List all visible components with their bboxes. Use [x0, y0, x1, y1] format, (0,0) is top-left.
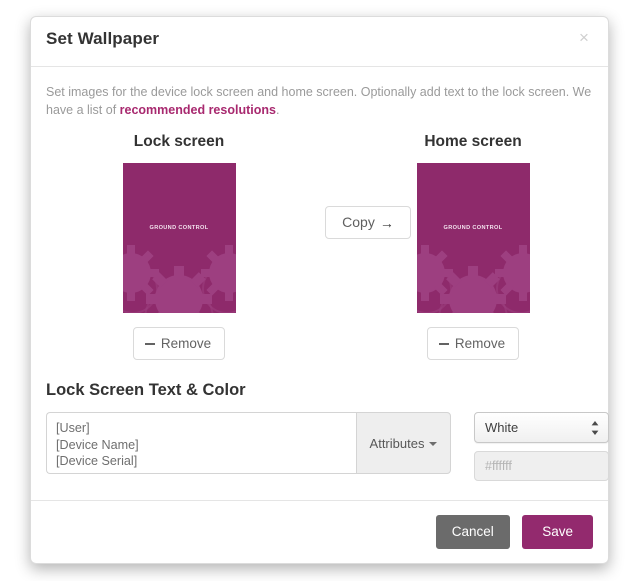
modal-header: Set Wallpaper ×	[31, 17, 608, 67]
close-icon[interactable]: ×	[573, 26, 595, 48]
screen: Set Wallpaper × Set images for the devic…	[0, 0, 639, 581]
home-remove-wrap: Remove	[358, 327, 588, 360]
home-screen-wallpaper-preview[interactable]: GROUND CONTROL	[416, 163, 530, 313]
lock-screen-text-input[interactable]	[46, 412, 356, 474]
modal-body: Set images for the device lock screen an…	[31, 67, 609, 481]
lock-screen-remove-label: Remove	[160, 336, 212, 351]
hex-color-input[interactable]	[474, 451, 609, 481]
save-button[interactable]: Save	[522, 515, 593, 549]
caret-down-icon	[429, 442, 438, 446]
color-controls: White	[474, 412, 609, 481]
intro-text-after: .	[275, 103, 280, 117]
page-title: Set Wallpaper	[46, 29, 160, 48]
lock-screen-title: Lock screen	[133, 133, 225, 150]
home-screen-pane: Home screen GROUND CONTROL Remove	[358, 133, 588, 360]
text-color-selected-value: White	[485, 420, 519, 435]
gear-pattern-icon	[122, 245, 236, 313]
lock-screen-text-section-title: Lock Screen Text & Color	[46, 381, 246, 399]
minus-icon	[438, 342, 449, 345]
lock-screen-pane: Lock screen GROUND CONTROL Remove	[64, 133, 294, 360]
lock-remove-wrap: Remove	[64, 327, 294, 360]
wallpaper-brand-label: GROUND CONTROL	[149, 225, 209, 231]
home-screen-title: Home screen	[424, 133, 522, 150]
lock-screen-text-row: Attributes White	[46, 412, 609, 481]
attributes-label: Attributes	[369, 436, 425, 451]
wallpaper-panes: Lock screen GROUND CONTROL Remove Copy →…	[46, 133, 593, 363]
modal-footer: Cancel Save	[31, 500, 608, 563]
home-screen-remove-button[interactable]: Remove	[426, 327, 520, 360]
attributes-dropdown-button[interactable]: Attributes	[356, 412, 451, 474]
recommended-resolutions-link[interactable]: recommended resolutions	[120, 103, 276, 117]
updown-arrows-icon	[591, 421, 599, 435]
intro-text: Set images for the device lock screen an…	[46, 83, 594, 119]
minus-icon	[144, 342, 155, 345]
cancel-button[interactable]: Cancel	[435, 515, 510, 549]
home-screen-remove-label: Remove	[454, 336, 506, 351]
lock-screen-wallpaper-preview[interactable]: GROUND CONTROL	[122, 163, 236, 313]
lock-screen-remove-button[interactable]: Remove	[132, 327, 226, 360]
wallpaper-brand-label: GROUND CONTROL	[443, 225, 503, 231]
gear-pattern-icon	[416, 245, 530, 313]
set-wallpaper-modal: Set Wallpaper × Set images for the devic…	[30, 16, 609, 564]
text-color-select[interactable]: White	[474, 412, 609, 443]
